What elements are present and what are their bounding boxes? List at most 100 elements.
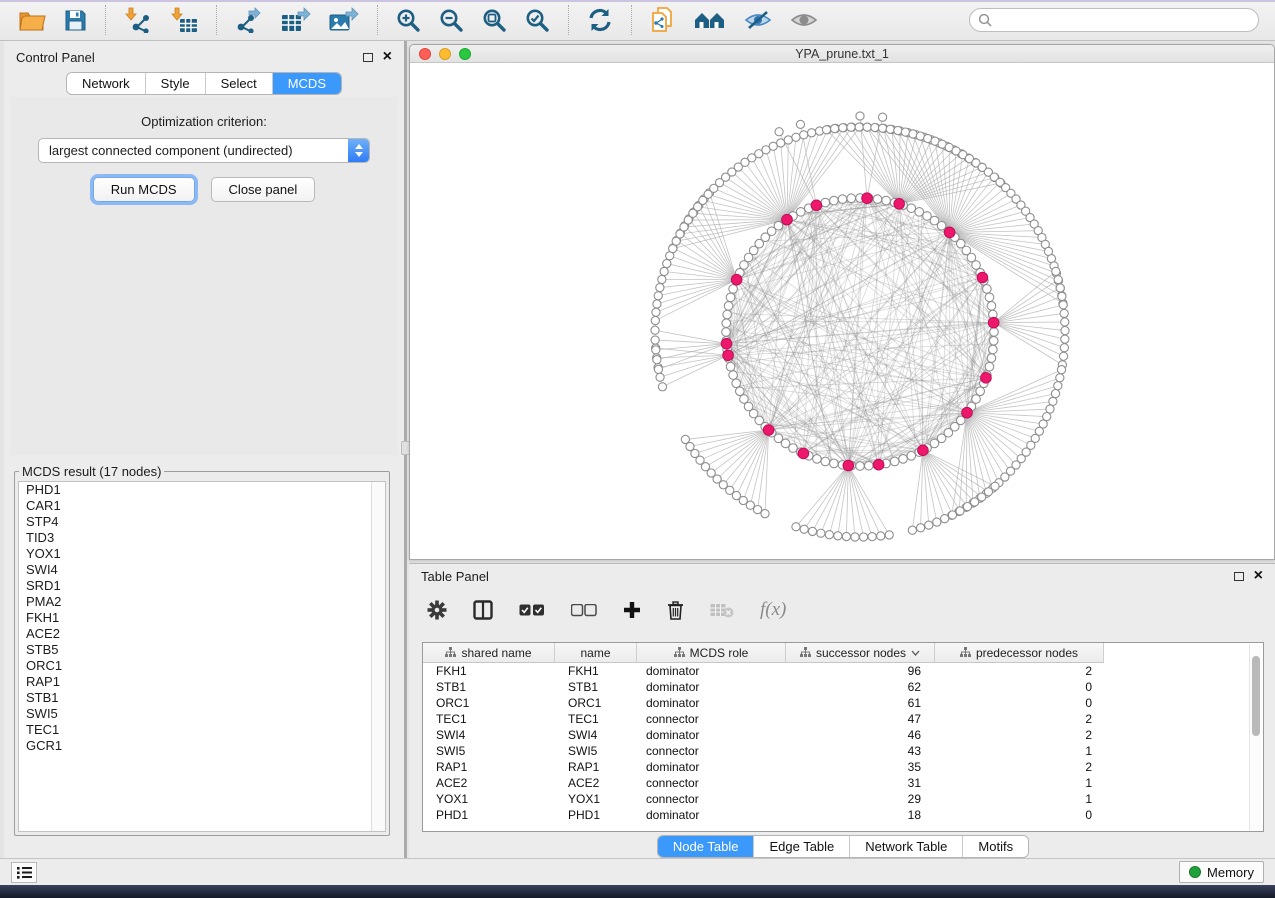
mcds-hub-node[interactable] xyxy=(918,445,929,456)
mcds-hub-node[interactable] xyxy=(731,274,742,285)
network-canvas[interactable] xyxy=(410,64,1274,559)
table-cell: 1 xyxy=(935,744,1104,758)
mcds-result-item[interactable]: ORC1 xyxy=(19,658,385,674)
float-panel-icon[interactable] xyxy=(363,53,373,62)
function-builder-button: f(x) xyxy=(760,599,786,621)
show-column-panel-button[interactable] xyxy=(473,600,493,620)
export-network-button[interactable] xyxy=(229,5,269,35)
mcds-hub-node[interactable] xyxy=(763,425,774,436)
zoom-out-button[interactable] xyxy=(433,6,470,35)
search-input[interactable] xyxy=(998,13,1250,28)
mcds-result-item[interactable]: RAP1 xyxy=(19,674,385,690)
mcds-result-item[interactable]: SRD1 xyxy=(19,578,385,594)
table-row[interactable]: ORC1ORC1dominator610 xyxy=(423,695,1263,711)
mcds-result-item[interactable]: GCR1 xyxy=(19,738,385,754)
table-row[interactable]: FKH1FKH1dominator962 xyxy=(423,663,1263,679)
zoom-selected-button[interactable] xyxy=(519,6,556,35)
mcds-result-item[interactable]: CAR1 xyxy=(19,498,385,514)
mcds-hub-node[interactable] xyxy=(977,272,988,283)
result-list-scrollbar[interactable] xyxy=(371,482,385,831)
zoom-in-button[interactable] xyxy=(390,6,427,35)
mcds-hub-node[interactable] xyxy=(894,199,905,210)
select-all-columns-button[interactable] xyxy=(519,604,545,617)
mcds-hub-node[interactable] xyxy=(981,373,992,384)
hide-selected-button[interactable] xyxy=(738,8,778,32)
tab-network[interactable]: Network xyxy=(67,73,145,94)
table-row[interactable]: ACE2ACE2connector311 xyxy=(423,775,1263,791)
first-neighbors-button[interactable] xyxy=(688,7,732,33)
mcds-result-item[interactable]: STB1 xyxy=(19,690,385,706)
mcds-hub-node[interactable] xyxy=(944,227,955,238)
mcds-hub-node[interactable] xyxy=(873,459,884,470)
import-table-button[interactable] xyxy=(164,5,204,35)
delete-column-button[interactable] xyxy=(667,601,684,620)
mcds-hub-node[interactable] xyxy=(723,350,734,361)
table-row[interactable]: PHD1PHD1dominator180 xyxy=(423,807,1263,823)
table-row[interactable]: YOX1YOX1connector291 xyxy=(423,791,1263,807)
table-row[interactable]: RAP1RAP1dominator352 xyxy=(423,759,1263,775)
column-header-MCDS-role[interactable]: MCDS role xyxy=(637,643,786,662)
table-tab-edge-table[interactable]: Edge Table xyxy=(753,836,849,857)
save-session-button[interactable] xyxy=(58,7,93,34)
panel-menu-button[interactable] xyxy=(11,862,37,883)
memory-button[interactable]: Memory xyxy=(1179,861,1264,883)
float-table-panel-icon[interactable] xyxy=(1234,572,1244,581)
mcds-result-item[interactable]: PMA2 xyxy=(19,594,385,610)
column-header-predecessor-nodes[interactable]: predecessor nodes xyxy=(935,643,1104,662)
table-row[interactable]: SWI4SWI4dominator462 xyxy=(423,727,1263,743)
export-table-button[interactable] xyxy=(275,5,317,35)
table-tab-node-table[interactable]: Node Table xyxy=(658,836,754,857)
new-network-from-selection-button[interactable] xyxy=(644,5,682,35)
mcds-hub-node[interactable] xyxy=(962,407,973,418)
mcds-hub-node[interactable] xyxy=(988,317,999,328)
mcds-hub-node[interactable] xyxy=(782,214,793,225)
tab-select[interactable]: Select xyxy=(205,73,272,94)
optimization-select[interactable]: largest connected component (undirected) xyxy=(38,138,370,163)
import-network-button[interactable] xyxy=(118,5,158,35)
open-session-button[interactable] xyxy=(13,7,52,34)
mcds-result-item[interactable]: STB5 xyxy=(19,642,385,658)
column-header-name[interactable]: name xyxy=(555,643,637,662)
column-header-successor-nodes[interactable]: successor nodes xyxy=(786,643,935,662)
mcds-hub-node[interactable] xyxy=(862,193,873,204)
network-window-titlebar[interactable]: YPA_prune.txt_1 xyxy=(410,45,1274,63)
refresh-icon xyxy=(587,8,613,32)
close-panel-button[interactable]: Close panel xyxy=(211,177,316,202)
mcds-result-item[interactable]: SWI5 xyxy=(19,706,385,722)
mcds-result-item[interactable]: PHD1 xyxy=(19,482,385,498)
mcds-result-item[interactable]: FKH1 xyxy=(19,610,385,626)
mcds-result-item[interactable]: SWI4 xyxy=(19,562,385,578)
mcds-result-item[interactable]: TID3 xyxy=(19,530,385,546)
mcds-result-item[interactable]: STP4 xyxy=(19,514,385,530)
mcds-hub-node[interactable] xyxy=(798,448,809,459)
table-settings-button[interactable] xyxy=(427,600,447,620)
zoom-fit-button[interactable] xyxy=(476,6,513,35)
add-column-button[interactable] xyxy=(623,601,641,619)
show-all-button[interactable] xyxy=(784,8,824,32)
tab-mcds[interactable]: MCDS xyxy=(272,73,341,94)
table-tab-motifs[interactable]: Motifs xyxy=(962,836,1028,857)
mcds-hub-node[interactable] xyxy=(811,200,822,211)
table-row[interactable]: STB1STB1dominator620 xyxy=(423,679,1263,695)
search-box[interactable] xyxy=(969,8,1259,32)
network-graph[interactable] xyxy=(410,64,1274,559)
export-image-button[interactable] xyxy=(323,5,365,35)
run-mcds-button[interactable]: Run MCDS xyxy=(93,177,195,202)
column-header-shared-name[interactable]: shared name xyxy=(423,643,555,662)
close-table-panel-icon[interactable]: × xyxy=(1254,571,1263,581)
table-scrollbar-thumb[interactable] xyxy=(1252,656,1260,736)
deselect-all-columns-button[interactable] xyxy=(571,604,597,617)
mcds-hub-node[interactable] xyxy=(721,338,732,349)
mcds-result-item[interactable]: TEC1 xyxy=(19,722,385,738)
mcds-result-item[interactable]: YOX1 xyxy=(19,546,385,562)
two-panes-icon xyxy=(473,600,493,620)
refresh-network-button[interactable] xyxy=(581,6,619,34)
control-panel: Control Panel × NetworkStyleSelectMCDS O… xyxy=(4,41,405,858)
mcds-result-item[interactable]: ACE2 xyxy=(19,626,385,642)
table-tab-network-table[interactable]: Network Table xyxy=(849,836,962,857)
close-panel-icon[interactable]: × xyxy=(383,52,392,62)
tab-style[interactable]: Style xyxy=(145,73,205,94)
table-row[interactable]: SWI5SWI5connector431 xyxy=(423,743,1263,759)
table-row[interactable]: TEC1TEC1connector472 xyxy=(423,711,1263,727)
mcds-hub-node[interactable] xyxy=(843,460,854,471)
